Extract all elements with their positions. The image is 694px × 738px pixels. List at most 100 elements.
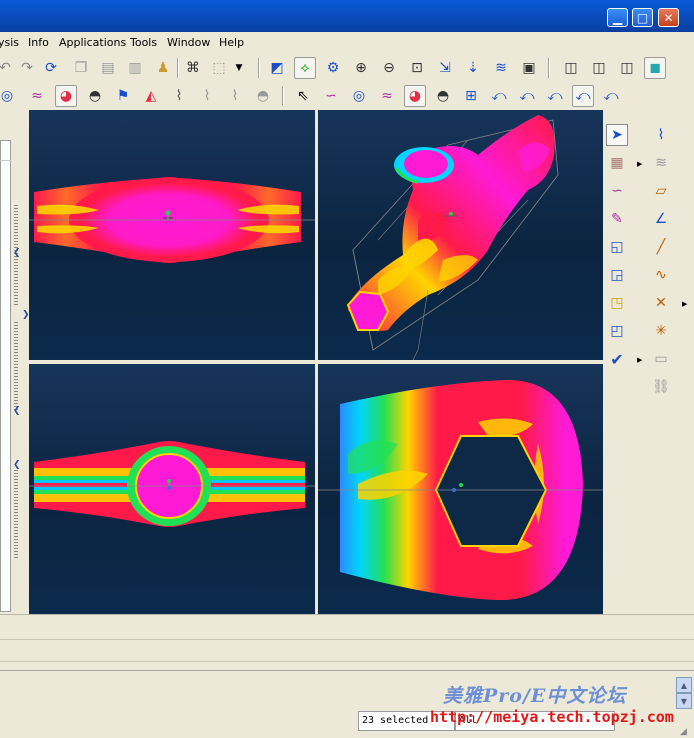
curve-analysis-icon[interactable]: ≈ <box>26 85 48 107</box>
viewport-side[interactable] <box>318 364 603 614</box>
undo-icon[interactable]: ↶ <box>0 57 16 79</box>
dihedral-analysis-icon[interactable]: ◓ <box>84 85 106 107</box>
viewport-top[interactable] <box>29 364 315 614</box>
select-arrow-icon[interactable]: ➤ <box>606 124 628 146</box>
fill-surface-icon[interactable]: ◰ <box>606 320 628 342</box>
copy-icon[interactable]: ❐ <box>70 57 92 79</box>
scroll-down-button[interactable]: ▼ <box>676 693 692 709</box>
menu-tools[interactable]: Tools <box>130 36 157 49</box>
deviation-analysis-icon[interactable]: ⌇ <box>196 85 218 107</box>
menu-analysis[interactable]: ysis <box>0 36 19 49</box>
chevron-left-icon[interactable]: ❮ <box>13 406 21 416</box>
measure-6-icon[interactable]: ⤺ <box>600 85 622 107</box>
close-button[interactable]: ✕ <box>658 8 679 27</box>
viewport-isometric[interactable] <box>318 110 603 360</box>
free-curve-icon[interactable]: ∿ <box>650 264 672 286</box>
resize-grip-icon[interactable]: ◢ <box>680 727 687 737</box>
accept-check-icon[interactable]: ✔ <box>606 348 628 370</box>
close-icon: ✕ <box>663 10 674 25</box>
binoculars-icon[interactable]: ⌘ <box>182 57 204 79</box>
flyout-arrow-icon[interactable]: ▶ <box>637 160 642 168</box>
ruler-icon[interactable]: ▭ <box>650 348 672 370</box>
menu-applications[interactable]: Applications <box>59 36 126 49</box>
application-window: ▁ □ ✕ ysis Info Applications Tools Windo… <box>0 0 694 738</box>
plane-icon[interactable]: ▦ <box>606 152 628 174</box>
spin-center-icon[interactable]: ⟡ <box>294 57 316 79</box>
context-help-icon[interactable]: ⇖ <box>292 85 314 107</box>
model-tree-divider <box>0 160 11 280</box>
minimize-button[interactable]: ▁ <box>607 8 628 27</box>
offset-analysis-icon[interactable]: ⌇ <box>168 85 190 107</box>
appearance-icon[interactable]: ▣ <box>518 57 540 79</box>
menu-window[interactable]: Window <box>167 36 210 49</box>
zoom-out-icon[interactable]: ⊖ <box>378 57 400 79</box>
menu-bar: ysis Info Applications Tools Window Help <box>0 32 694 52</box>
viewport-front[interactable] <box>29 110 315 360</box>
chevron-up-icon: ▲ <box>680 680 688 690</box>
regenerate-icon[interactable]: ⟳ <box>40 57 62 79</box>
slope-analysis-icon[interactable]: ⌇ <box>224 85 246 107</box>
surface-curvature-icon[interactable]: ◎ <box>348 85 370 107</box>
sash-handle[interactable] <box>14 470 18 560</box>
shaded-curvature-icon[interactable]: ◕ <box>404 85 426 107</box>
hidden-line-icon[interactable]: ◫ <box>588 57 610 79</box>
paste-special-icon[interactable]: ▥ <box>124 57 146 79</box>
refit-icon[interactable]: ⊡ <box>406 57 428 79</box>
datum-line-icon[interactable]: ╱ <box>650 236 672 258</box>
datum-axis-icon[interactable]: ∠ <box>650 208 672 230</box>
offset-curve-icon[interactable]: ≋ <box>650 152 672 174</box>
measure-5-icon[interactable]: ⤺ <box>572 85 594 107</box>
chevron-left-icon[interactable]: ❮ <box>13 460 21 470</box>
repaint-icon[interactable]: ◩ <box>266 57 288 79</box>
paste-icon[interactable]: ▤ <box>97 57 119 79</box>
section-analysis-icon[interactable]: ◓ <box>252 85 274 107</box>
chevron-left-icon[interactable]: ❮ <box>13 248 21 258</box>
menu-info[interactable]: Info <box>28 36 49 49</box>
separator <box>548 58 550 78</box>
curvature-analysis-icon[interactable]: ◎ <box>0 85 18 107</box>
selection-box-icon[interactable]: ⬚ <box>208 57 230 79</box>
isometric-view-graphic <box>346 115 559 360</box>
blend-surface-icon[interactable]: ◳ <box>606 292 628 314</box>
wireframe-icon[interactable]: ◫ <box>560 57 582 79</box>
flyout-arrow-icon[interactable]: ▶ <box>637 356 642 364</box>
intersect-icon[interactable]: ✳ <box>650 320 672 342</box>
distance-icon[interactable]: ◓ <box>432 85 454 107</box>
sash-handle[interactable] <box>14 322 18 412</box>
flyout-arrow-icon[interactable]: ▶ <box>682 300 687 308</box>
zoom-in-icon[interactable]: ⊕ <box>350 57 372 79</box>
forum-watermark: 美雅Pro/E中文论坛 <box>443 685 627 707</box>
saved-views-icon[interactable]: ⇣ <box>462 57 484 79</box>
reflection-analysis-icon[interactable]: ◭ <box>140 85 162 107</box>
curve-edit-icon[interactable]: ∽ <box>320 85 342 107</box>
shade-analysis-icon[interactable]: ◕ <box>55 85 77 107</box>
no-hidden-icon[interactable]: ◫ <box>616 57 638 79</box>
menu-help[interactable]: Help <box>219 36 244 49</box>
points-icon[interactable]: ✕ <box>650 292 672 314</box>
dropdown-icon[interactable]: ▼ <box>232 57 246 79</box>
layers-icon[interactable]: ≋ <box>490 57 512 79</box>
curve-edit-icon[interactable]: ⌇ <box>650 124 672 146</box>
draft-analysis-icon[interactable]: ⚑ <box>112 85 134 107</box>
curve-icon[interactable]: ∽ <box>606 180 628 202</box>
sketch-curve-icon[interactable]: ✎ <box>606 208 628 230</box>
shading-icon[interactable]: ◼ <box>644 57 666 79</box>
measure-2-icon[interactable]: ⤺ <box>488 85 510 107</box>
datum-plane-icon[interactable]: ▱ <box>650 180 672 202</box>
top-view-graphic <box>29 441 315 527</box>
redo-icon[interactable]: ↷ <box>16 57 38 79</box>
color-icon[interactable]: ♟ <box>152 57 174 79</box>
measure-4-icon[interactable]: ⤺ <box>544 85 566 107</box>
maximize-button[interactable]: □ <box>632 8 653 27</box>
separator <box>177 58 179 78</box>
message-area <box>0 614 694 670</box>
sweep-surface-icon[interactable]: ◲ <box>606 264 628 286</box>
surface-curve-icon[interactable]: ≈ <box>376 85 398 107</box>
chain-icon[interactable]: ⛓ <box>650 376 672 398</box>
measure-1-icon[interactable]: ⊞ <box>460 85 482 107</box>
boundary-surface-icon[interactable]: ◱ <box>606 236 628 258</box>
scroll-up-button[interactable]: ▲ <box>676 677 692 693</box>
orient-icon[interactable]: ⚙ <box>322 57 344 79</box>
view-manager-icon[interactable]: ⇲ <box>434 57 456 79</box>
measure-3-icon[interactable]: ⤺ <box>516 85 538 107</box>
